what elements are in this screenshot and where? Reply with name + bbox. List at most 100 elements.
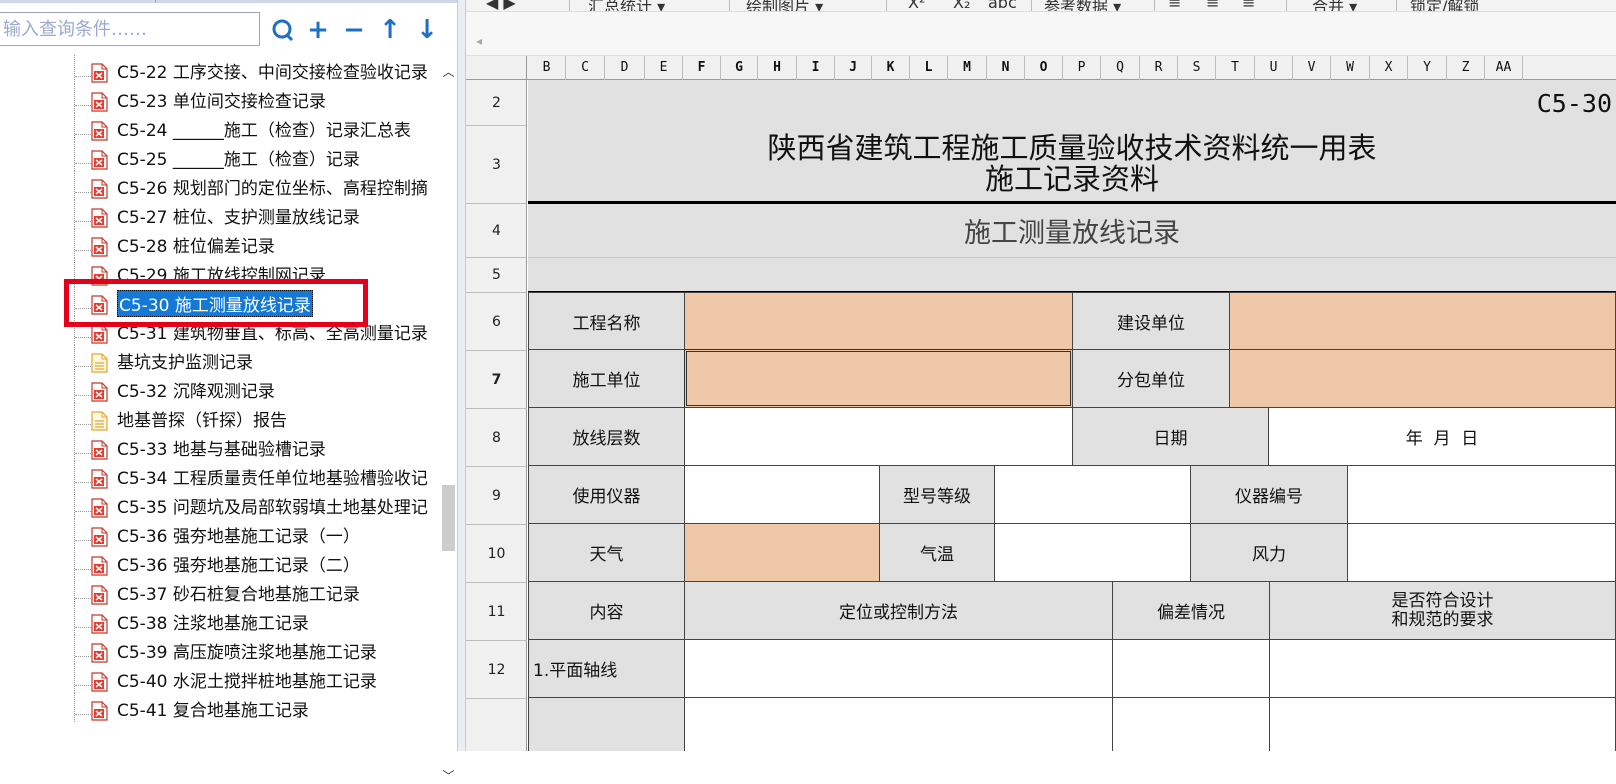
next-row-compliance[interactable] (1269, 697, 1616, 751)
strikethrough-button[interactable]: abc (988, 0, 1017, 11)
column-header-cell[interactable]: T (1216, 56, 1255, 80)
align-center-button[interactable]: ≡ (1206, 0, 1219, 11)
next-row-method[interactable] (684, 697, 1113, 751)
model-grade-field[interactable] (994, 465, 1191, 524)
column-header-cell[interactable]: J (835, 56, 872, 80)
row-header-cell[interactable]: 2 (466, 80, 527, 126)
row-header-cell[interactable] (466, 699, 527, 751)
row-header-cell[interactable]: 4 (466, 204, 527, 258)
superscript-button[interactable]: X² (908, 0, 925, 11)
subcontractor-field[interactable] (1229, 349, 1616, 408)
axis-deviation-field[interactable] (1112, 639, 1270, 698)
scroll-left-icon[interactable]: ◂ (476, 34, 482, 48)
builder-field[interactable] (684, 349, 1073, 408)
row-header-cell[interactable]: 8 (466, 409, 527, 467)
column-header-cell[interactable]: I (797, 56, 835, 80)
tree-item[interactable]: C5-38 注浆地基施工记录 (0, 606, 440, 635)
temperature-field[interactable] (994, 523, 1191, 582)
row-header-cell[interactable]: 10 (466, 525, 527, 583)
column-header-cell[interactable]: E (645, 56, 683, 80)
column-header-cell[interactable]: Q (1101, 56, 1140, 80)
row-header-cell[interactable]: 6 (466, 293, 527, 351)
row-header-cell[interactable]: 3 (466, 126, 527, 204)
row-header-cell[interactable]: 7 (466, 351, 527, 409)
layers-field[interactable] (684, 407, 1073, 466)
align-left-button[interactable]: ≡ (1168, 0, 1181, 11)
column-header-cell[interactable]: G (721, 56, 758, 80)
tree-item[interactable]: C5-23 单位间交接检查记录 (0, 84, 440, 113)
scroll-down-icon[interactable]: ﹀ (440, 767, 457, 784)
instrument-field[interactable] (684, 465, 880, 524)
arrow-up-icon[interactable]: ↑ (377, 12, 403, 48)
row-header-cell[interactable]: 9 (466, 467, 527, 525)
toolbar-summary-button[interactable]: 汇总统计 ▾ (588, 0, 665, 11)
tree-item[interactable]: C5-36 强夯地基施工记录（一） (0, 519, 440, 548)
column-header-cell[interactable]: U (1255, 56, 1293, 80)
column-header-cell[interactable]: F (683, 56, 721, 80)
column-header-cell[interactable]: B (528, 56, 566, 80)
toolbar-back-icon[interactable]: ◀ ▶ (486, 0, 516, 11)
tree-item[interactable]: 基坑支护监测记录 (0, 345, 440, 374)
tree-item[interactable]: C5-28 桩位偏差记录 (0, 229, 440, 258)
tree-item[interactable]: C5-22 工序交接、中间交接检查验收记录 (0, 55, 440, 84)
toolbar-draw-picture-button[interactable]: 绘制图片 ▾ (746, 0, 823, 11)
column-header-cell[interactable]: O (1025, 56, 1063, 80)
next-row-deviation[interactable] (1112, 697, 1270, 751)
scroll-thumb[interactable] (442, 485, 455, 551)
tree-item[interactable]: 地基普探（钎探）报告 (0, 403, 440, 432)
column-header-cell[interactable]: P (1063, 56, 1101, 80)
subscript-button[interactable]: X₂ (953, 0, 970, 11)
tree-item[interactable]: C5-35 问题坑及局部软弱填土地基处理记 (0, 490, 440, 519)
weather-field[interactable] (684, 523, 880, 582)
tree-scrollbar[interactable]: ︿ ﹀ (440, 55, 457, 783)
scroll-up-icon[interactable]: ︿ (440, 63, 457, 80)
tree-item[interactable]: C5-32 沉降观测记录 (0, 374, 440, 403)
tree-item[interactable]: C5-34 工程质量责任单位地基验槽验收记 (0, 461, 440, 490)
tree-item[interactable]: C5-26 规划部门的定位坐标、高程控制摘 (0, 171, 440, 200)
tree-item[interactable]: C5-27 桩位、支护测量放线记录 (0, 200, 440, 229)
align-right-button[interactable]: ≡ (1242, 0, 1255, 11)
column-header-cell[interactable]: Y (1408, 56, 1447, 80)
select-all-corner[interactable] (466, 56, 527, 80)
project-name-field[interactable] (684, 292, 1073, 350)
tree-item[interactable]: C5-36 强夯地基施工记录（二） (0, 548, 440, 577)
date-field[interactable]: 年 月 日 (1268, 407, 1616, 466)
axis-method-field[interactable] (684, 639, 1113, 698)
tree-item[interactable]: C5-25 ______施工（检查）记录 (0, 142, 440, 171)
column-header-cell[interactable]: V (1293, 56, 1331, 80)
column-header-cell[interactable]: N (987, 56, 1025, 80)
wind-field[interactable] (1347, 523, 1616, 582)
tree-item[interactable]: C5-24 ______施工（检查）记录汇总表 (0, 113, 440, 142)
search-icon[interactable] (270, 12, 296, 48)
column-header-cell[interactable]: K (872, 56, 910, 80)
column-header-cell[interactable]: H (758, 56, 797, 80)
row-header-cell[interactable]: 5 (466, 258, 527, 293)
row-header-cell[interactable]: 11 (466, 583, 527, 641)
column-header-cell[interactable]: S (1178, 56, 1216, 80)
column-header-cell[interactable]: M (948, 56, 987, 80)
column-header-cell[interactable]: C (566, 56, 605, 80)
column-header-cell[interactable]: R (1140, 56, 1178, 80)
merge-button[interactable]: 合并 ▾ (1312, 0, 1357, 11)
reference-data-button[interactable]: 参考数据 ▾ (1044, 0, 1121, 11)
tree-item[interactable]: C5-41 复合地基施工记录 (0, 693, 440, 722)
column-header-cell[interactable]: X (1370, 56, 1408, 80)
tree-item[interactable]: C5-40 水泥土搅拌桩地基施工记录 (0, 664, 440, 693)
panel-splitter[interactable] (457, 0, 466, 751)
search-input[interactable]: 输入查询条件…… (0, 12, 260, 46)
column-header-cell[interactable]: L (910, 56, 948, 80)
construction-unit-field[interactable] (1229, 292, 1616, 350)
tree-item[interactable]: C5-33 地基与基础验槽记录 (0, 432, 440, 461)
tree-item[interactable]: C5-37 砂石桩复合地基施工记录 (0, 577, 440, 606)
column-header-cell[interactable]: W (1331, 56, 1370, 80)
column-header-cell[interactable]: Z (1447, 56, 1485, 80)
row-header-cell[interactable]: 12 (466, 641, 527, 699)
arrow-down-icon[interactable]: ↓ (414, 12, 440, 48)
column-header-cell[interactable]: D (605, 56, 645, 80)
column-header-cell[interactable]: AA (1485, 56, 1523, 80)
axis-compliance-field[interactable] (1269, 639, 1616, 698)
lock-unlock-button[interactable]: 锁定/解锁 (1410, 0, 1479, 11)
minus-icon[interactable]: − (341, 12, 367, 48)
instrument-no-field[interactable] (1347, 465, 1616, 524)
plus-icon[interactable]: + (305, 12, 331, 48)
